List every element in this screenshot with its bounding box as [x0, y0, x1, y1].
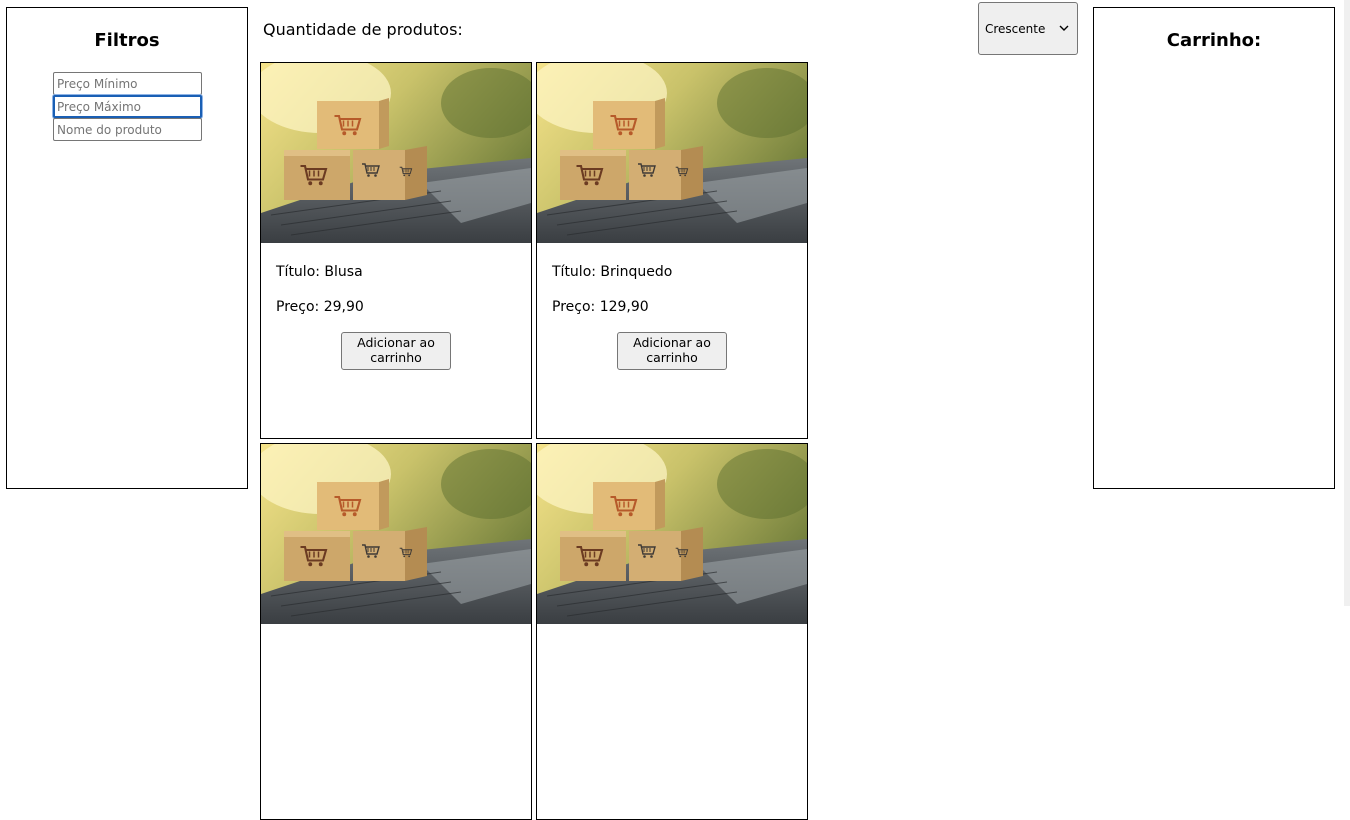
min-price-input[interactable] — [53, 72, 202, 95]
cart-title: Carrinho: — [1166, 30, 1262, 51]
product-price: Preço: 29,90 — [276, 299, 364, 315]
product-name-input[interactable] — [53, 118, 202, 141]
product-title: Título: Blusa — [276, 264, 363, 280]
cart-panel: Carrinho: — [1093, 7, 1335, 489]
product-image — [537, 63, 807, 243]
add-to-cart-button[interactable]: Adicionar ao carrinho — [617, 332, 727, 370]
product-image — [261, 444, 531, 624]
add-to-cart-button[interactable]: Adicionar ao carrinho — [341, 332, 451, 370]
sort-select[interactable]: Crescente — [978, 2, 1078, 55]
filters-title: Filtros — [94, 30, 160, 51]
sort-selected-value: Crescente — [985, 21, 1046, 36]
product-price: Preço: 129,90 — [552, 299, 649, 315]
product-card: Título: Brinquedo Preço: 129,90 Adiciona… — [536, 62, 808, 439]
product-card: Título: Blusa Preço: 29,90 Adicionar ao … — [260, 62, 532, 439]
product-image — [537, 444, 807, 624]
page-scrollbar[interactable] — [1344, 0, 1350, 606]
product-count-label: Quantidade de produtos: — [263, 20, 463, 39]
product-image — [261, 63, 531, 243]
filters-panel: Filtros — [6, 7, 248, 489]
max-price-input[interactable] — [53, 95, 202, 118]
product-card — [260, 443, 532, 820]
product-card — [536, 443, 808, 820]
product-title: Título: Brinquedo — [552, 264, 673, 280]
chevron-down-icon — [1059, 25, 1069, 31]
